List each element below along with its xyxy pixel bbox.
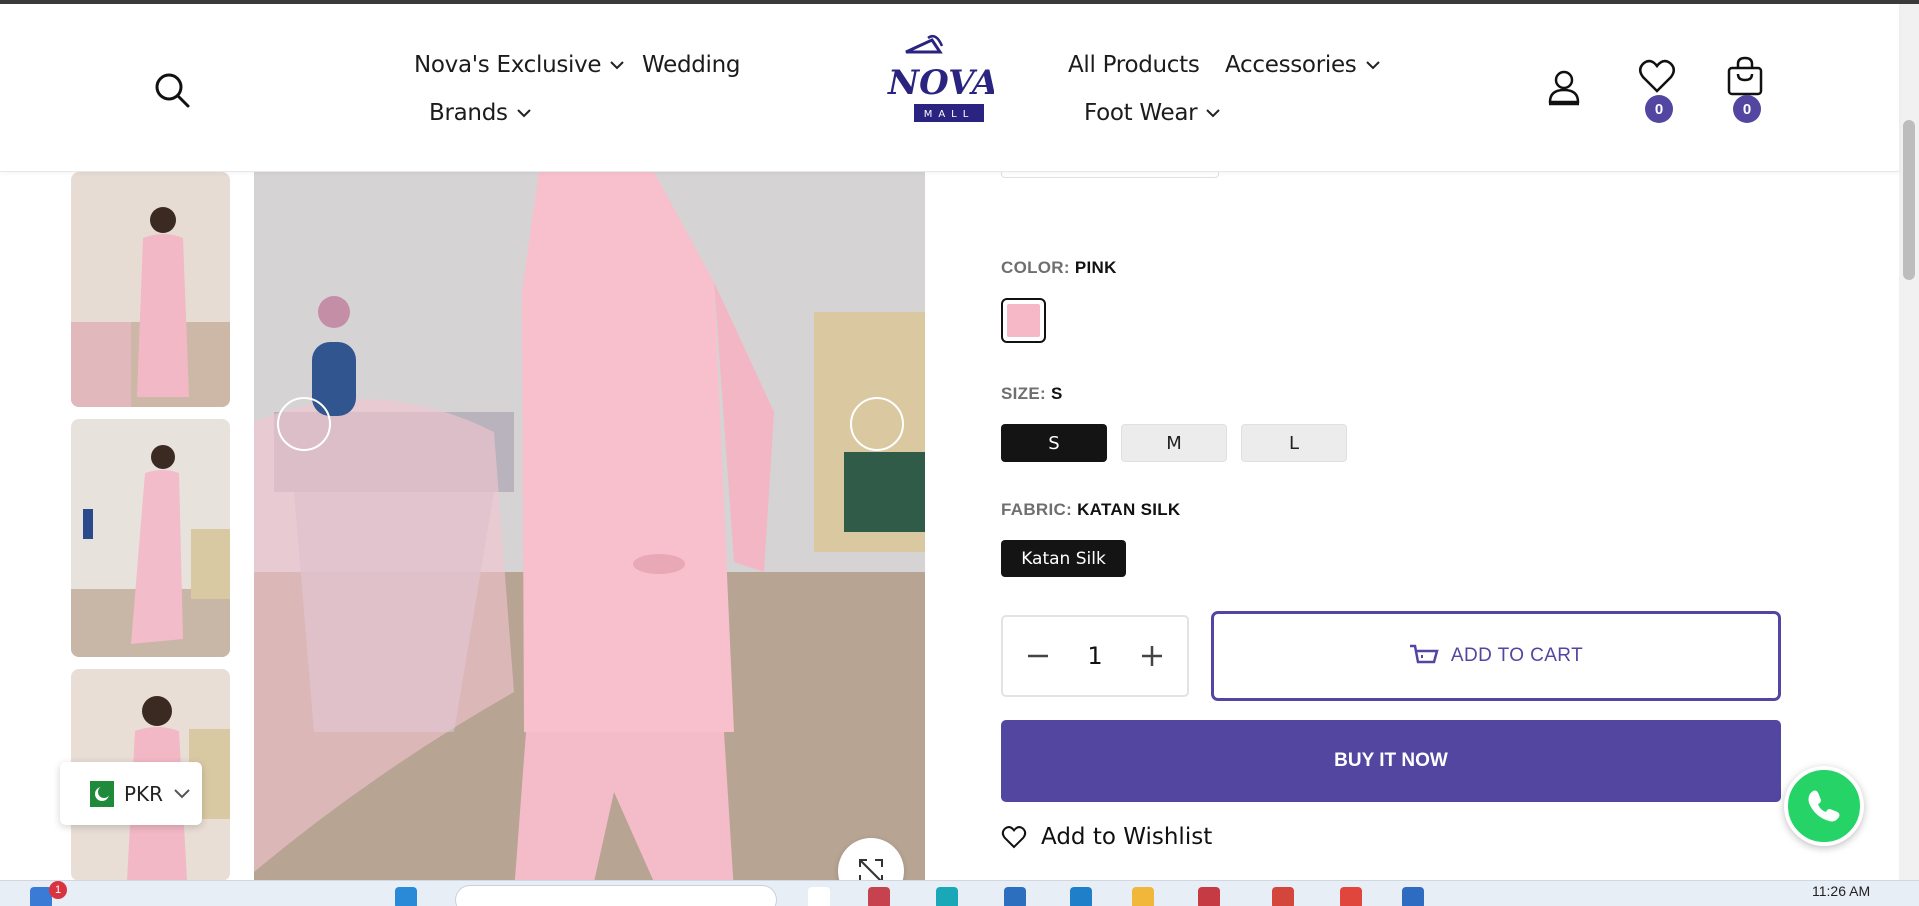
nav-accessories[interactable]: Accessories [1225, 52, 1381, 78]
app-icon[interactable] [868, 887, 890, 906]
cart-bag-icon[interactable] [1726, 56, 1764, 96]
product-main-image[interactable] [254, 172, 925, 906]
logo-subtext: MALL [924, 109, 975, 120]
nav-brands[interactable]: Brands [429, 100, 532, 126]
product-photo [254, 172, 925, 906]
taskbar-clock[interactable]: 11:26 AM [1812, 883, 1870, 899]
nav-label: Wedding [642, 52, 741, 78]
fabric-button-katan-silk[interactable]: Katan Silk [1001, 540, 1126, 577]
app-icon[interactable] [936, 887, 958, 906]
selected-fabric-value: KATAN SILK [1077, 500, 1181, 519]
buy-it-now-button[interactable]: BUY IT NOW [1001, 720, 1781, 802]
next-image-button[interactable] [850, 397, 904, 451]
taskbar-search-box[interactable] [455, 885, 777, 906]
folder-icon[interactable] [1132, 887, 1154, 906]
chevron-down-icon [174, 788, 190, 798]
quantity-stepper [1001, 615, 1189, 697]
logo-text: NOVA [887, 63, 994, 103]
quantity-input[interactable] [1070, 642, 1120, 670]
nav-foot-wear[interactable]: Foot Wear [1084, 100, 1221, 126]
prev-image-button[interactable] [277, 397, 331, 451]
nav-all-products[interactable]: All Products [1068, 52, 1200, 78]
nav-label: Nova's Exclusive [414, 52, 602, 78]
app-icon[interactable] [1340, 887, 1362, 906]
size-option-label: SIZE: S [1001, 384, 1063, 403]
scrollbar-thumb[interactable] [1903, 120, 1915, 280]
account-icon[interactable] [1546, 68, 1582, 108]
site-header: Nova's Exclusive Wedding Brands NOVA MAL… [0, 4, 1899, 172]
wishlist-count-badge: 0 [1645, 95, 1673, 123]
selected-color-value: PINK [1074, 258, 1117, 277]
currency-selector[interactable]: PKR [60, 762, 202, 825]
notification-badge: 1 [49, 881, 67, 899]
increase-quantity-button[interactable] [1137, 641, 1167, 671]
heart-icon [1001, 826, 1027, 849]
gallery-thumbnail[interactable] [71, 419, 230, 657]
chevron-down-icon [1365, 61, 1380, 70]
nav-label: Foot Wear [1084, 100, 1198, 126]
app-icon[interactable] [1070, 887, 1092, 906]
wishlist-label: Add to Wishlist [1041, 824, 1213, 850]
chevron-down-icon [1206, 109, 1220, 118]
app-icon[interactable] [1272, 887, 1294, 906]
nav-label: Accessories [1225, 52, 1357, 78]
windows-icon[interactable] [395, 887, 417, 906]
nav-label: Brands [429, 100, 508, 126]
nova-mall-logo[interactable]: NOVA MALL [884, 34, 994, 126]
fabric-option-label: FABRIC: KATAN SILK [1001, 500, 1181, 519]
chevron-down-icon [516, 109, 531, 118]
minus-icon [1028, 654, 1048, 658]
os-taskbar: 1 11:26 AM [0, 880, 1919, 906]
size-button-l[interactable]: L [1241, 424, 1347, 462]
cart-icon [1409, 644, 1439, 664]
currency-code: PKR [124, 781, 164, 806]
nav-novas-exclusive[interactable]: Nova's Exclusive [414, 52, 625, 78]
input-bottom-edge [1001, 172, 1219, 178]
nav-label: All Products [1068, 52, 1200, 78]
chevron-down-icon [610, 61, 625, 70]
app-icon[interactable] [1402, 887, 1424, 906]
cart-count-badge: 0 [1733, 95, 1761, 123]
color-swatch-pink[interactable] [1001, 298, 1046, 343]
pakistan-flag-icon [82, 780, 114, 807]
swatch-fill [1007, 304, 1040, 337]
search-icon[interactable] [152, 70, 192, 110]
gallery-thumbnail[interactable] [71, 172, 230, 407]
size-button-s[interactable]: S [1001, 424, 1107, 462]
whatsapp-chat-button[interactable] [1784, 766, 1864, 846]
plus-icon [1142, 646, 1162, 666]
add-to-cart-label: ADD TO CART [1450, 645, 1584, 666]
thumbnail-image [71, 172, 230, 407]
app-icon[interactable] [1004, 887, 1026, 906]
add-to-wishlist-link[interactable]: Add to Wishlist [1001, 824, 1212, 850]
thumbnail-image [71, 419, 230, 657]
phone-icon [1808, 790, 1840, 822]
browser-icon[interactable] [1198, 887, 1220, 906]
decrease-quantity-button[interactable] [1023, 641, 1053, 671]
selected-size-value: S [1050, 384, 1063, 403]
size-button-m[interactable]: M [1121, 424, 1227, 462]
wishlist-heart-icon[interactable] [1638, 58, 1676, 94]
add-to-cart-button[interactable]: ADD TO CART [1211, 611, 1781, 701]
nav-wedding[interactable]: Wedding [642, 52, 741, 78]
color-option-label: COLOR: PINK [1001, 258, 1117, 277]
app-icon[interactable] [808, 887, 830, 906]
